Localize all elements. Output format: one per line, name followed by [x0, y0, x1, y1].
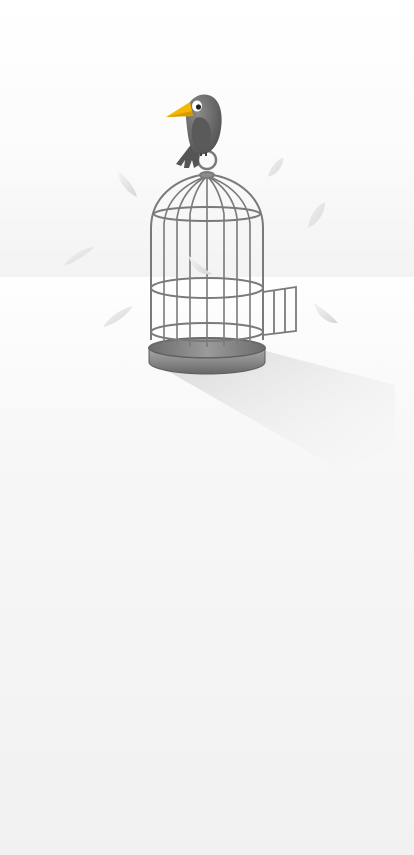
cage-bars: [163, 175, 251, 347]
cage-top-cap: [199, 171, 215, 179]
feather-icon: [268, 158, 283, 177]
birdcage-icon: [148, 149, 297, 375]
empty-cage-illustration: [64, 94, 395, 470]
feather-icon: [103, 306, 133, 327]
feather-icon: [189, 256, 212, 275]
cage-door: [262, 285, 297, 336]
feather-icon: [64, 247, 95, 266]
feather-icon: [314, 303, 338, 324]
feather-icon: [118, 171, 137, 197]
feather-icon: [308, 202, 325, 228]
bird-icon: [166, 94, 222, 168]
